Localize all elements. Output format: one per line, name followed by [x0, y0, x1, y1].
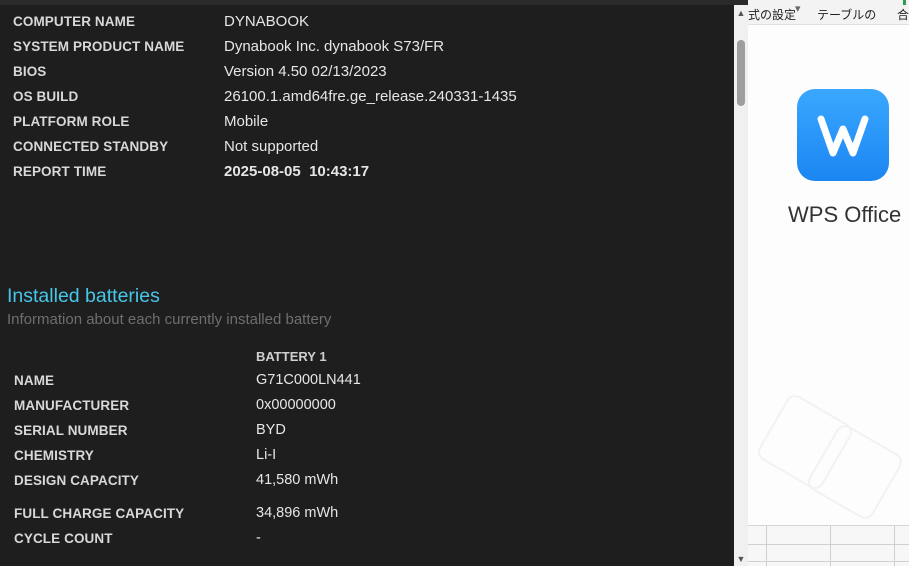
vertical-scrollbar[interactable]: ▲ ▼	[734, 5, 748, 566]
battery-row-manufacturer: MANUFACTURER 0x00000000	[0, 397, 734, 418]
battery-report-window: COMPUTER NAME DYNABOOK SYSTEM PRODUCT NA…	[0, 0, 734, 566]
battery-row-serial-number: SERIAL NUMBER BYD	[0, 422, 734, 443]
ribbon-accent-mark	[903, 0, 906, 5]
info-label: REPORT TIME	[13, 164, 107, 179]
battery-label: DESIGN CAPACITY	[14, 473, 140, 488]
wps-app-name: WPS Office	[788, 202, 902, 227]
grid-line	[894, 526, 895, 566]
background-wps-window: 式の設定 ▾ テーブルの 合 WPS Office	[748, 0, 909, 566]
info-row-system-product-name: SYSTEM PRODUCT NAME Dynabook Inc. dynabo…	[0, 38, 734, 59]
info-value: 2025-08-05 10:43:17	[224, 163, 370, 180]
battery-row-cycle-count: CYCLE COUNT -	[0, 530, 734, 551]
dropdown-arrow-icon[interactable]: ▾	[795, 2, 801, 15]
info-value: Version 4.50 02/13/2023	[224, 63, 387, 80]
battery-column-header: BATTERY 1	[256, 349, 327, 364]
info-row-platform-role: PLATFORM ROLE Mobile	[0, 113, 734, 134]
scroll-up-arrow-icon[interactable]: ▲	[734, 5, 748, 21]
grid-line	[748, 561, 909, 562]
battery-row-design-capacity: DESIGN CAPACITY 41,580 mWh	[0, 472, 734, 493]
battery-value: 0x00000000	[256, 397, 336, 413]
info-value: Mobile	[224, 113, 269, 130]
battery-label: MANUFACTURER	[14, 398, 130, 413]
battery-row-name: NAME G71C000LN441	[0, 372, 734, 393]
info-label: CONNECTED STANDBY	[13, 139, 169, 154]
wps-logo-icon	[797, 89, 889, 181]
ribbon-bar: 式の設定 ▾ テーブルの 合	[748, 0, 909, 25]
battery-value: BYD	[256, 422, 286, 438]
battery-row-full-charge-capacity: FULL CHARGE CAPACITY 34,896 mWh	[0, 505, 734, 526]
battery-label: CYCLE COUNT	[14, 531, 113, 546]
ribbon-item-format[interactable]: 式の設定	[748, 6, 796, 23]
info-label: COMPUTER NAME	[13, 14, 136, 29]
battery-label: SERIAL NUMBER	[14, 423, 128, 438]
battery-value: 34,896 mWh	[256, 505, 339, 521]
battery-label: CHEMISTRY	[14, 448, 94, 463]
info-label: BIOS	[13, 64, 47, 79]
spreadsheet-grid	[748, 525, 909, 566]
window-top-edge	[0, 0, 748, 5]
battery-value: 41,580 mWh	[256, 472, 339, 488]
info-row-computer-name: COMPUTER NAME DYNABOOK	[0, 13, 734, 34]
grid-line	[830, 526, 831, 566]
battery-row-chemistry: CHEMISTRY Li-I	[0, 447, 734, 468]
battery-value: -	[256, 530, 261, 546]
info-row-report-time: REPORT TIME 2025-08-05 10:43:17	[0, 163, 734, 184]
info-label: PLATFORM ROLE	[13, 114, 130, 129]
battery-label: NAME	[14, 373, 55, 388]
info-value: DYNABOOK	[224, 13, 310, 30]
section-title: Installed batteries	[7, 285, 160, 307]
info-value: 26100.1.amd64fre.ge_release.240331-1435	[224, 88, 517, 105]
info-row-connected-standby: CONNECTED STANDBY Not supported	[0, 138, 734, 159]
battery-value: G71C000LN441	[256, 372, 361, 388]
grid-line	[748, 544, 909, 545]
ribbon-item-table[interactable]: テーブルの	[817, 6, 876, 23]
info-label: OS BUILD	[13, 89, 79, 104]
scroll-thumb[interactable]	[737, 40, 745, 106]
battery-value: Li-I	[256, 447, 277, 463]
info-label: SYSTEM PRODUCT NAME	[13, 39, 185, 54]
info-value: Dynabook Inc. dynabook S73/FR	[224, 38, 445, 55]
info-row-bios: BIOS Version 4.50 02/13/2023	[0, 63, 734, 84]
ribbon-item-merge[interactable]: 合	[897, 6, 909, 23]
info-value: Not supported	[224, 138, 319, 155]
battery-label: FULL CHARGE CAPACITY	[14, 506, 185, 521]
grid-line	[766, 526, 767, 566]
info-row-os-build: OS BUILD 26100.1.amd64fre.ge_release.240…	[0, 88, 734, 109]
scroll-down-arrow-icon[interactable]: ▼	[734, 552, 748, 566]
section-subtitle: Information about each currently install…	[7, 311, 332, 328]
